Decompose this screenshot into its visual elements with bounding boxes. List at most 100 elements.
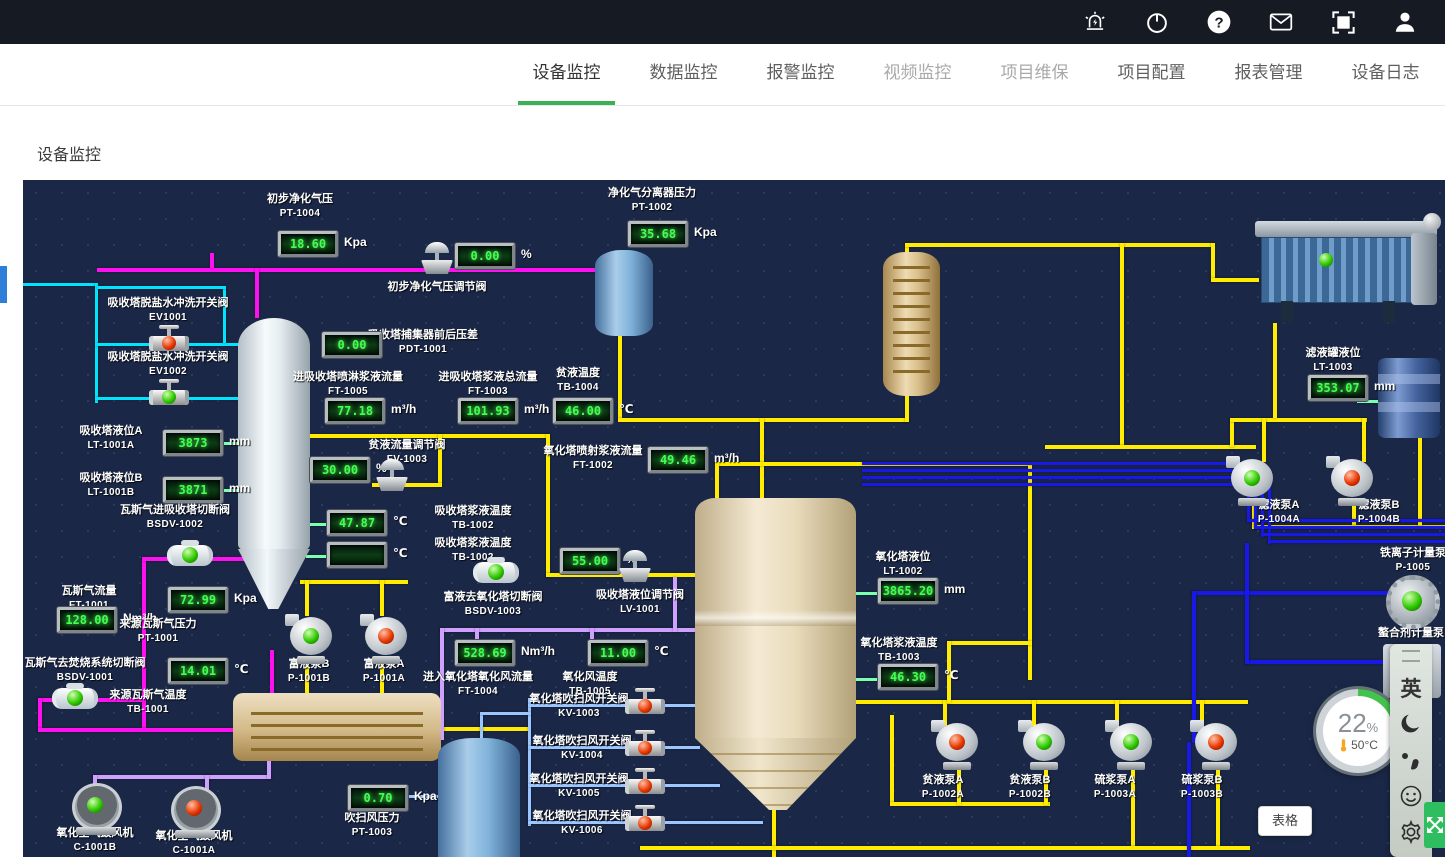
fullscreen-icon[interactable] [1329,8,1357,36]
pump-P-1002B[interactable] [1018,720,1070,770]
pump-P-1004A[interactable] [1226,456,1278,506]
lcd-display-TB-1004[interactable]: 46.00 [553,398,613,424]
pump-P-1002A[interactable] [931,720,983,770]
unit-label: Kpa [414,789,437,803]
pipe-yellow [1418,437,1422,529]
user-icon[interactable] [1391,8,1419,36]
pump-P-1004B[interactable] [1326,456,1378,506]
scada-canvas: 22% 50°C 英 表格 初步净化气压PT-100418.60Kpa0.00%… [23,180,1445,857]
alarm-beacon-icon[interactable] [1081,8,1109,36]
lcd-display-FT-1001[interactable]: 128.00 [57,607,117,633]
lcd-display-LT-1001B[interactable]: 3871 [163,477,223,503]
valve-label-4: 初步净化气压调节阀 [388,280,487,295]
lcd-display-TB-1001[interactable]: 14.01 [168,658,228,684]
valve-label-KV-1005: 氧化塔吹扫风开关阀KV-1005 [530,772,629,800]
valve-KV-1006[interactable] [625,805,665,839]
pump-P-1001B[interactable] [285,614,337,664]
pipe-darkblue [1261,533,1445,536]
ime-punctuation-icon[interactable] [1394,742,1428,778]
expand-fullscreen-button[interactable] [1424,802,1445,848]
topbar: ? [0,0,1445,44]
instrument-label-TB-1003: 氧化塔浆液温度TB-1003 [861,636,938,664]
lcd-display-PT-1002[interactable]: 35.68 [628,221,688,247]
lcd-display-LT-1001A[interactable]: 3873 [163,430,223,456]
table-button[interactable]: 表格 [1258,806,1312,836]
nav-tabs: 设备监控数据监控报警监控视频监控项目维保项目配置报表管理设备日志 [508,44,1444,105]
pipe-lightblue [480,712,531,715]
unit-label: mm [944,582,965,596]
lcd-display-PT-1003[interactable]: 0.70 [348,785,408,811]
ime-emoji-icon[interactable] [1394,778,1428,814]
power-icon[interactable] [1143,8,1171,36]
pipe-yellow [890,715,894,805]
pump-P-1003B[interactable] [1190,720,1242,770]
tab-设备监控[interactable]: 设备监控 [508,44,625,105]
valve-EV1001[interactable] [149,325,189,359]
lcd-display-valve-output-1[interactable]: 0.00 [455,243,515,269]
unit-label: m³/h [714,451,739,465]
lcd-display-FT-1002[interactable]: 49.46 [648,447,708,473]
instrument-label-LT-1001A: 吸收塔液位ALT-1001A [80,424,143,452]
unit-label: ℃ [619,402,634,416]
valve-LV-1001[interactable] [615,550,655,586]
lcd-display-TB-1002[interactable] [327,542,387,568]
instrument-label-PDT-1001: 吸收塔捕集器前后压差PDT-1001 [368,328,478,356]
lcd-display-FT-1003[interactable]: 101.93 [458,398,518,424]
tab-报表管理[interactable]: 报表管理 [1210,44,1327,105]
ime-settings-gear-icon[interactable] [1394,814,1428,850]
lcd-display-LT-1003[interactable]: 353.07 [1308,375,1368,401]
lcd-display-PT-1001[interactable]: 72.99 [168,587,228,613]
tab-设备日志[interactable]: 设备日志 [1327,44,1444,105]
pipe-darkblue [1268,540,1445,543]
help-icon[interactable]: ? [1205,8,1233,36]
pipe-darkblue [1254,526,1445,529]
valve-regulator-4[interactable] [417,242,457,278]
lcd-display-TB-1005[interactable]: 11.00 [588,640,648,666]
lcd-display-LT-1002[interactable]: 3865.20 [878,578,938,604]
valve-label-BSDV-1002: 瓦斯气进吸收塔切断阀BSDV-1002 [120,503,230,531]
pipe-yellow [905,243,1215,247]
tab-项目维保[interactable]: 项目维保 [976,44,1093,105]
sidebar-collapsed-tab[interactable] [0,266,7,303]
topbar-icons: ? [1081,8,1419,36]
pump-C-1001A[interactable] [167,784,223,838]
valve-BSDV-1002[interactable] [167,540,213,570]
tab-数据监控[interactable]: 数据监控 [625,44,742,105]
ime-language-button[interactable]: 英 [1394,670,1428,706]
content-header: 设备监控 [0,105,1445,180]
pump-P-1001A[interactable] [360,614,412,664]
pipe-yellow [715,462,719,500]
valve-FV-1003[interactable] [372,459,412,495]
pump-P-1005[interactable] [1385,574,1437,624]
valve-BSDV-1003[interactable] [473,557,519,587]
tab-视频监控[interactable]: 视频监控 [859,44,976,105]
lcd-display-PDT-1001[interactable]: 0.00 [322,332,382,358]
lcd-display-valve-output-9[interactable]: 30.00 [310,457,370,483]
valve-KV-1003[interactable] [625,688,665,722]
pipe-magenta [38,698,42,732]
ime-drag-handle[interactable] [1402,650,1420,662]
mail-icon[interactable] [1267,8,1295,36]
pipe-yellow [760,418,764,500]
thermometer-icon [1338,737,1349,753]
pump-C-1001B[interactable] [68,781,124,835]
lcd-display-TB-1003[interactable]: 46.30 [878,664,938,690]
pipe-yellow [1045,445,1256,449]
unit-label: Kpa [694,225,717,239]
lcd-display-FT-1005[interactable]: 77.18 [325,398,385,424]
unit-label: Kpa [234,591,257,605]
ime-night-mode-icon[interactable] [1394,706,1428,742]
pipe-yellow [1120,243,1124,447]
valve-KV-1004[interactable] [625,730,665,764]
lcd-display-FT-1004[interactable]: 528.69 [455,640,515,666]
pump-P-1003A[interactable] [1105,720,1157,770]
lcd-display-PT-1004[interactable]: 18.60 [278,231,338,257]
valve-KV-1005[interactable] [625,768,665,802]
vertical-heat-exchanger [883,252,940,396]
lcd-display-TB-1002[interactable]: 47.87 [327,510,387,536]
valve-EV1002[interactable] [149,379,189,413]
tab-项目配置[interactable]: 项目配置 [1093,44,1210,105]
tab-报警监控[interactable]: 报警监控 [742,44,859,105]
lcd-display-valve-output-13[interactable]: 55.00 [560,548,620,574]
valve-BSDV-1001[interactable] [52,683,98,713]
